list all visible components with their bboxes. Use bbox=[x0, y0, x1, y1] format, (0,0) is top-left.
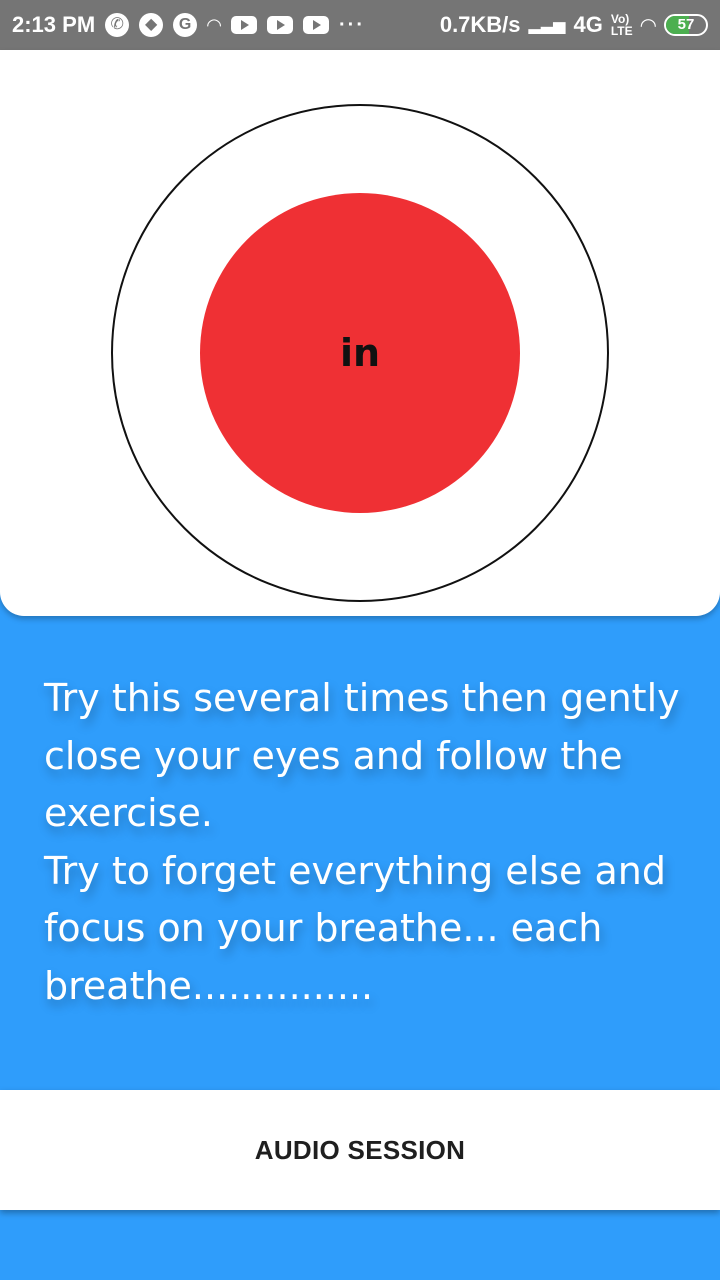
volte-bottom: LTE bbox=[610, 24, 633, 38]
instructions-text: Try this several times then gently close… bbox=[44, 670, 694, 1015]
instruction-line: Try to forget everything else and focus … bbox=[44, 848, 666, 1008]
battery-icon: 57 bbox=[664, 14, 708, 36]
network-type: 4G bbox=[573, 12, 603, 37]
google-icon: G bbox=[173, 13, 198, 37]
youtube-icon bbox=[303, 16, 329, 34]
network-speed: 0.7KB/s bbox=[439, 12, 521, 37]
status-bar: 2:13 PM ✆ ◆ G ◠ ··· 0.7KB/s ▂▃▅ 4G Vo) L… bbox=[0, 0, 720, 50]
whatsapp-icon: ✆ bbox=[105, 13, 130, 37]
audio-session-button[interactable]: AUDIO SESSION bbox=[0, 1090, 720, 1210]
status-left: 2:13 PM ✆ ◆ G ◠ ··· bbox=[12, 12, 365, 38]
youtube-icon bbox=[267, 16, 293, 34]
overflow-icon: ··· bbox=[339, 13, 365, 36]
breathing-circle: in bbox=[200, 193, 520, 513]
wifi-icon: ◠ bbox=[640, 14, 656, 37]
signal-icon: ▂▃▅ bbox=[528, 17, 566, 34]
youtube-icon bbox=[231, 16, 257, 34]
app-icon: ◆ bbox=[139, 13, 164, 37]
breathing-phase-label: in bbox=[339, 331, 381, 375]
instruction-line: Try this several times then gently close… bbox=[44, 676, 680, 835]
status-right: 0.7KB/s ▂▃▅ 4G Vo) LTE ◠ 57 bbox=[440, 12, 708, 38]
status-time: 2:13 PM bbox=[12, 12, 96, 37]
breathing-card: in bbox=[0, 50, 720, 616]
wifi-calling-icon: ◠ bbox=[207, 14, 221, 35]
battery-level: 57 bbox=[677, 16, 695, 33]
volte-icon: Vo) LTE bbox=[611, 13, 633, 37]
